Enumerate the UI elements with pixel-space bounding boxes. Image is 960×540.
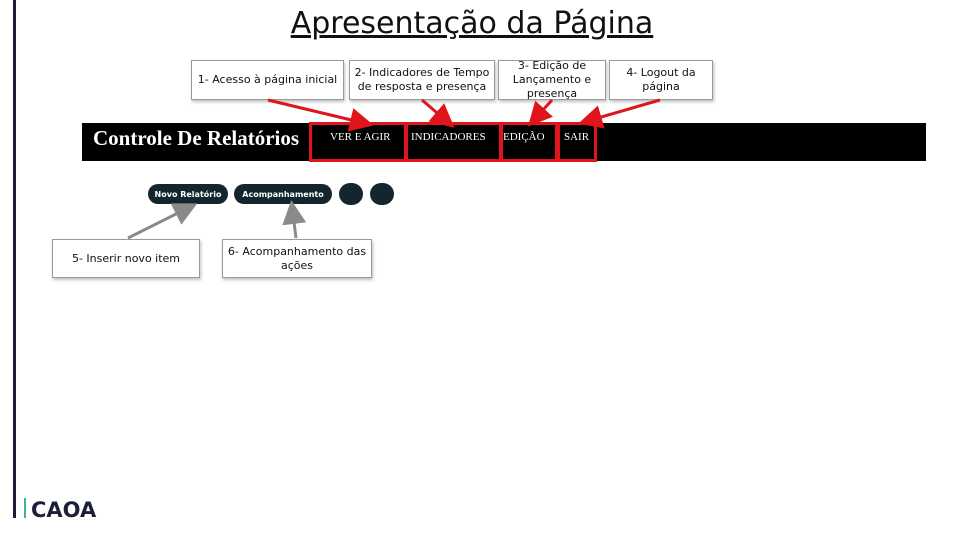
- arrow-5: [127, 203, 198, 240]
- svg-text:CAOA: CAOA: [31, 498, 97, 520]
- arrow-3: [527, 98, 554, 127]
- arrow-1: [267, 98, 374, 132]
- arrow-2: [421, 98, 455, 128]
- arrow-6: [282, 200, 307, 239]
- arrow-4: [578, 98, 661, 129]
- annotation-arrows: [127, 98, 661, 240]
- caoa-logo: CAOA: [24, 498, 97, 520]
